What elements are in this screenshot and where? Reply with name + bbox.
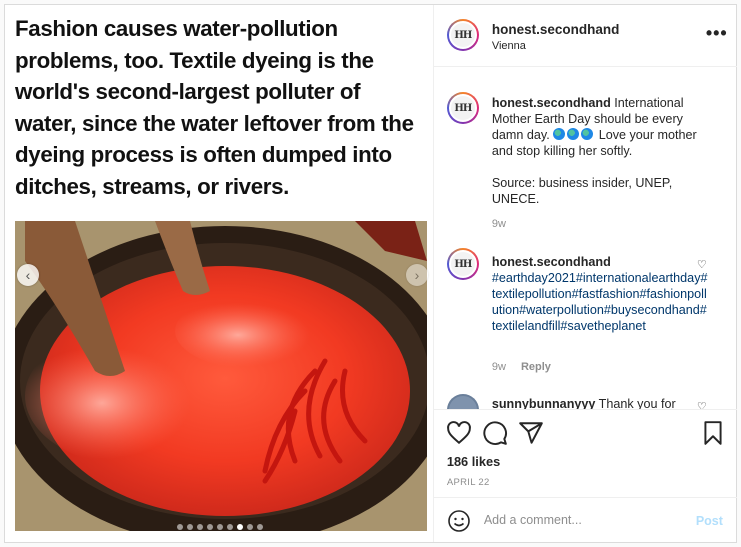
carousel-next-button[interactable]: ›: [406, 264, 428, 286]
post-date[interactable]: APRIL 22: [447, 477, 490, 488]
avatar-initials: HH: [448, 21, 477, 49]
like-comment-heart-icon[interactable]: ♡: [697, 400, 707, 409]
post-header: HH honest.secondhand Vienna •••: [433, 5, 737, 67]
dye-vat-illustration: [15, 221, 427, 531]
globe-icon: [567, 128, 580, 140]
header-username[interactable]: honest.secondhand: [492, 22, 620, 37]
comment-source: Source: business insider, UNEP, UNECE.: [491, 176, 673, 206]
carousel-dot: [187, 524, 193, 530]
comment-input[interactable]: [483, 509, 684, 531]
comment-bubble-icon[interactable]: [482, 420, 508, 446]
comment-username[interactable]: honest.secondhand: [492, 254, 710, 270]
header-location[interactable]: Vienna: [492, 40, 526, 52]
post-modal: Fashion causes water-pollution problems,…: [4, 4, 737, 543]
comments-list: HH honest.secondhand International Mothe…: [434, 68, 737, 409]
comment-username[interactable]: sunnybunnanyyy: [492, 397, 596, 409]
share-send-icon[interactable]: [518, 420, 544, 446]
like-comment-heart-icon[interactable]: ♡: [697, 258, 707, 271]
carousel-dot: [197, 524, 203, 530]
globe-icon: [581, 128, 594, 140]
globe-icon: [553, 128, 566, 140]
post-image-caption-text: Fashion causes water-pollution problems,…: [15, 16, 414, 199]
post-media: Fashion causes water-pollution problems,…: [5, 5, 434, 542]
hashtag-comment: honest.secondhand #earthday2021#internat…: [492, 254, 710, 334]
avatar[interactable]: HH: [446, 248, 479, 280]
add-comment-bar: Post: [433, 497, 737, 542]
avatar-initials: HH: [448, 94, 477, 122]
carousel-indicator: [5, 524, 433, 530]
carousel-prev-button[interactable]: ‹: [17, 264, 39, 286]
post-sidebar: HH honest.secondhand Vienna ••• HH hones…: [433, 5, 737, 542]
dye-vat-photo: [15, 221, 427, 531]
comment-meta: 9w Reply: [492, 361, 563, 373]
avatar-photo: [448, 396, 477, 409]
carousel-dot: [247, 524, 253, 530]
save-bookmark-icon[interactable]: [700, 420, 726, 446]
avatar[interactable]: [446, 394, 479, 409]
post-comment-button[interactable]: Post: [696, 514, 723, 528]
comment-time[interactable]: 9w: [492, 361, 506, 373]
comment-time[interactable]: 9w: [492, 218, 506, 230]
avatar-initials: HH: [448, 250, 477, 278]
comment-meta: 9w: [492, 218, 518, 230]
likes-count[interactable]: 186 likes: [447, 454, 500, 469]
comment: sunnybunnanyyy Thank you for: [492, 396, 710, 409]
emoji-icon[interactable]: [447, 509, 471, 533]
comment-username[interactable]: honest.secondhand: [492, 96, 611, 110]
more-options-icon[interactable]: •••: [706, 23, 728, 44]
avatar[interactable]: HH: [446, 92, 479, 124]
caption-comment: honest.secondhand International Mother E…: [492, 95, 710, 207]
carousel-dot: [177, 524, 183, 530]
like-heart-icon[interactable]: [446, 420, 472, 446]
carousel-dot: [227, 524, 233, 530]
carousel-dot: [217, 524, 223, 530]
carousel-dot: [207, 524, 213, 530]
comment-text: Thank you for: [595, 397, 676, 409]
comment-hashtags[interactable]: #earthday2021#internationalearthday#text…: [492, 270, 710, 334]
carousel-dot: [237, 524, 243, 530]
post-actions: 186 likes APRIL 22: [433, 409, 737, 497]
avatar[interactable]: HH: [446, 19, 479, 51]
reply-button[interactable]: Reply: [521, 361, 551, 373]
carousel-dot: [257, 524, 263, 530]
